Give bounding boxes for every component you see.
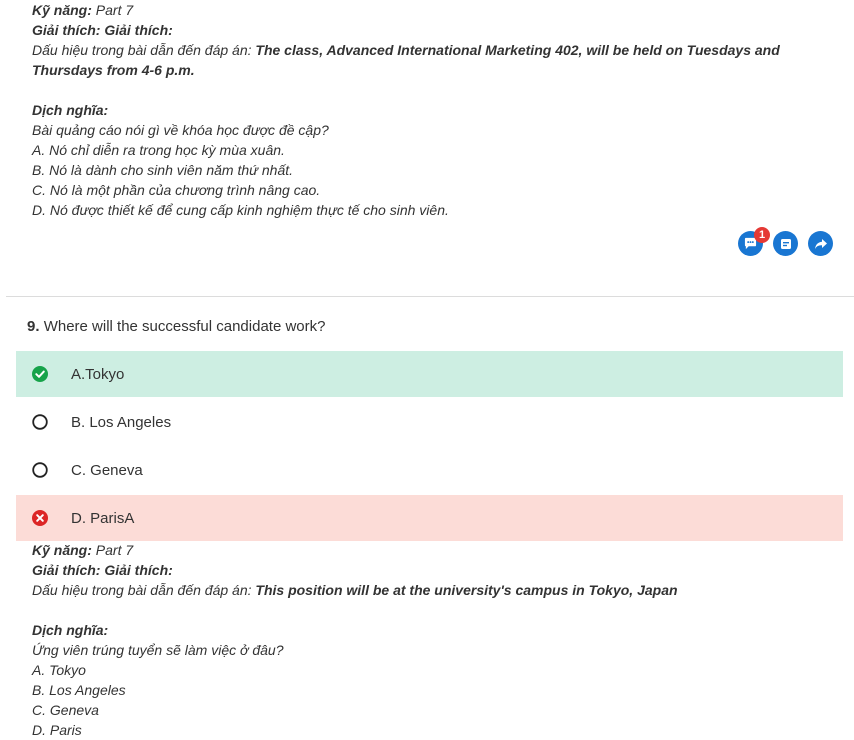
explanation-label: Giải thích: Giải thích:: [32, 20, 832, 40]
option-c[interactable]: C. Geneva: [16, 447, 843, 493]
x-circle-icon: [32, 510, 48, 526]
radio-empty-icon: [32, 414, 48, 430]
question-text: Where will the successful candidate work…: [43, 318, 326, 335]
share-arrow-icon: [814, 238, 827, 249]
comment-button[interactable]: 1: [738, 227, 770, 256]
skill-line: Kỹ năng: Part 7: [32, 540, 832, 560]
divider: [6, 296, 854, 297]
skill-value: Part 7: [95, 2, 134, 18]
note-button[interactable]: [773, 231, 798, 256]
skill-line: Kỹ năng: Part 7: [32, 0, 832, 20]
clue-text: Dấu hiệu trong bài dẫn đến đáp án: The c…: [32, 40, 832, 80]
option-a[interactable]: A.Tokyo: [16, 351, 843, 397]
translation-line: A. Nó chỉ diễn ra trong học kỳ mùa xuân.: [32, 142, 285, 158]
option-label: A.Tokyo: [71, 365, 125, 383]
translation-label-text: Dịch nghĩa:: [32, 622, 109, 638]
option-label: D. ParisA: [71, 509, 135, 527]
skill-label: Kỹ năng:: [32, 542, 92, 558]
explanation-label: Giải thích: Giải thích:: [32, 560, 832, 580]
translation-line: C. Geneva: [32, 702, 99, 718]
action-buttons: 1: [738, 227, 834, 257]
translation-line: C. Nó là một phần của chương trình nâng …: [32, 182, 321, 198]
note-icon: [780, 238, 791, 249]
question-number: 9.: [27, 318, 40, 335]
option-b[interactable]: B. Los Angeles: [16, 399, 843, 445]
translation-line: B. Nó là dành cho sinh viên năm thứ nhất…: [32, 162, 294, 178]
clue-prefix: Dấu hiệu trong bài dẫn đến đáp án:: [32, 42, 252, 58]
share-button[interactable]: [808, 231, 833, 256]
translation-line: Ứng viên trúng tuyển sẽ làm việc ở đâu?: [32, 642, 284, 658]
translation-label: Dịch nghĩa:: [32, 620, 832, 640]
clue-prefix: Dấu hiệu trong bài dẫn đến đáp án:: [32, 582, 252, 598]
explanation-label-text: Giải thích: Giải thích:: [32, 22, 173, 38]
comment-count-badge: 1: [754, 227, 770, 243]
clue-text: Dấu hiệu trong bài dẫn đến đáp án: This …: [32, 580, 832, 600]
translation-line: B. Los Angeles: [32, 682, 126, 698]
explanation-label-text: Giải thích: Giải thích:: [32, 562, 173, 578]
option-d[interactable]: D. ParisA: [16, 495, 843, 541]
skill-value: Part 7: [95, 542, 134, 558]
question-title: 9. Where will the successful candidate w…: [27, 318, 325, 335]
translation-line: D. Paris: [32, 722, 82, 738]
translation-line: D. Nó được thiết kế để cung cấp kinh ngh…: [32, 202, 449, 218]
translation-line: A. Tokyo: [32, 662, 86, 678]
option-label: C. Geneva: [71, 461, 143, 479]
clue-bold: This position will be at the university'…: [255, 582, 678, 598]
translation-label: Dịch nghĩa:: [32, 100, 832, 120]
radio-empty-icon: [32, 462, 48, 478]
check-circle-icon: [32, 366, 48, 382]
question-explanation: Kỹ năng: Part 7 Giải thích: Giải thích: …: [32, 540, 832, 740]
translation-line: Bài quảng cáo nói gì về khóa học được đề…: [32, 122, 329, 138]
translation-label-text: Dịch nghĩa:: [32, 102, 109, 118]
skill-label: Kỹ năng:: [32, 2, 92, 18]
option-label: B. Los Angeles: [71, 413, 172, 431]
previous-explanation: Kỹ năng: Part 7 Giải thích: Giải thích: …: [32, 0, 832, 220]
